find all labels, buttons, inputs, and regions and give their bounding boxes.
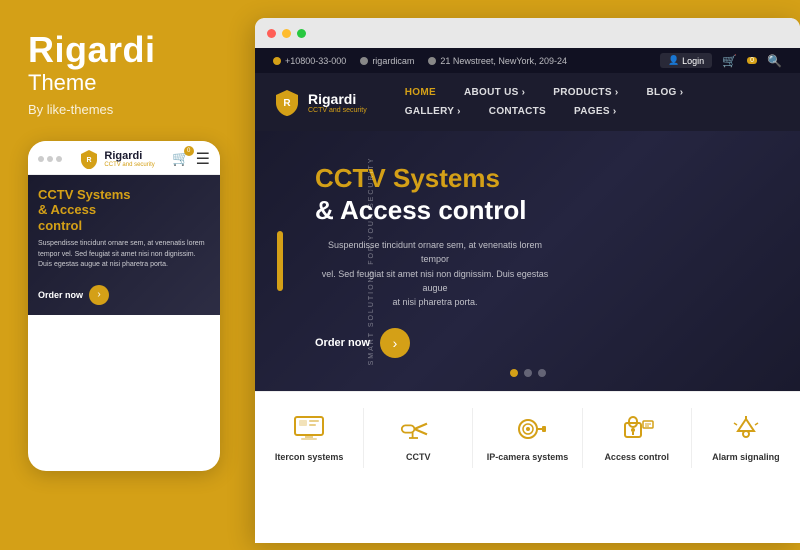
site-nav: R Rigardi CCTV and security HOME ABOUT U…: [255, 73, 800, 131]
browser-dot-red: [267, 29, 276, 38]
site-logo[interactable]: R Rigardi CCTV and security: [273, 88, 367, 116]
mobile-logo-area: R Rigardi CCTV and security: [79, 149, 154, 169]
nav-item-pages[interactable]: PAGES ›: [560, 102, 630, 121]
feature-item-alarm[interactable]: Alarm signaling: [692, 408, 800, 468]
feature-label-access: Access control: [604, 452, 669, 462]
mobile-shield-icon: R: [79, 149, 99, 169]
email-icon: [360, 57, 368, 65]
hero-dot-1[interactable]: [510, 369, 518, 377]
dot-3: [56, 156, 62, 162]
hero-title-yellow: CCTV Systems: [315, 164, 555, 193]
topbar-email: rigardicam: [360, 56, 414, 66]
cart-count-badge: 0: [747, 57, 757, 64]
hero-order-arrow-icon: ›: [380, 328, 410, 358]
mobile-topbar: R Rigardi CCTV and security 🛒 0 ☰: [28, 141, 220, 175]
mobile-order-label: Order now: [38, 290, 83, 300]
mobile-dots: [38, 156, 62, 162]
hero-description: Suspendisse tincidunt ornare sem, at ven…: [315, 238, 555, 310]
feature-label-cctv: CCTV: [406, 452, 431, 462]
dot-2: [47, 156, 53, 162]
site-logo-text-block: Rigardi CCTV and security: [308, 91, 367, 114]
topbar-right: 👤 Login 🛒 0 🔍: [660, 53, 782, 68]
brand-subtitle: Theme: [28, 70, 220, 96]
mobile-hero: CCTV Systems & Access control Suspendiss…: [28, 175, 220, 315]
browser-mockup: +10800-33-000 rigardicam 21 Newstreet, N…: [255, 18, 800, 543]
site-topbar: +10800-33-000 rigardicam 21 Newstreet, N…: [255, 48, 800, 73]
brand-title: Rigardi: [28, 30, 220, 70]
cart-badge: 0: [184, 146, 194, 156]
login-button[interactable]: 👤 Login: [660, 53, 712, 68]
access-icon: [619, 414, 655, 444]
cart-top-icon[interactable]: 🛒: [722, 54, 737, 68]
hero-order-button[interactable]: Order now ›: [315, 328, 555, 358]
dot-1: [38, 156, 44, 162]
hero-content: CCTV Systems & Access control Suspendiss…: [315, 164, 555, 358]
alarm-icon: [728, 414, 764, 444]
hero-dot-2[interactable]: [524, 369, 532, 377]
cctv-icon: [400, 414, 436, 444]
hero-side-text: SMART SOLUTIONS FOR YOUR SECURITY: [368, 157, 375, 366]
topbar-left: +10800-33-000 rigardicam 21 Newstreet, N…: [273, 56, 567, 66]
search-icon[interactable]: 🔍: [767, 54, 782, 68]
svg-text:R: R: [283, 98, 291, 109]
ipcam-icon: [510, 414, 546, 444]
monitor-icon: [291, 414, 327, 444]
hero-order-label: Order now: [315, 337, 370, 349]
feature-item-cctv[interactable]: CCTV: [364, 408, 473, 468]
nav-item-contacts[interactable]: CONTACTS: [475, 102, 560, 121]
site-hero: SMART SOLUTIONS FOR YOUR SECURITY CCTV S…: [255, 131, 800, 391]
feature-label-itercon: Itercon systems: [275, 452, 344, 462]
mobile-order-arrow: ›: [89, 285, 109, 305]
nav-item-about[interactable]: ABOUT US ›: [450, 83, 539, 102]
nav-item-blog[interactable]: BLOG ›: [633, 83, 698, 102]
feature-item-ipcam[interactable]: IP-camera systems: [473, 408, 582, 468]
nav-item-products[interactable]: PRODUCTS ›: [539, 83, 632, 102]
phone-icon: [273, 57, 281, 65]
features-bar: Itercon systems CCTV: [255, 391, 800, 484]
site-shield-icon: R: [273, 88, 301, 116]
browser-topbar: [255, 18, 800, 48]
feature-label-ipcam: IP-camera systems: [487, 452, 569, 462]
mobile-order-button[interactable]: Order now ›: [38, 285, 210, 305]
hero-accent-bar: [277, 231, 283, 291]
mobile-cart[interactable]: 🛒 0: [172, 150, 189, 168]
mobile-hero-text: Suspendisse tincidunt ornare sem, at ven…: [38, 239, 210, 271]
left-panel: Rigardi Theme By like-themes R Rigardi C…: [0, 0, 248, 550]
nav-row-1: HOME ABOUT US › PRODUCTS › BLOG ›: [391, 83, 782, 102]
browser-dot-green: [297, 29, 306, 38]
hero-dot-3[interactable]: [538, 369, 546, 377]
topbar-address: 21 Newstreet, NewYork, 209-24: [428, 56, 567, 66]
feature-label-alarm: Alarm signaling: [712, 452, 780, 462]
mobile-mockup: R Rigardi CCTV and security 🛒 0 ☰ CCTV S…: [28, 141, 220, 471]
nav-row-2: GALLERY › CONTACTS PAGES ›: [391, 102, 782, 121]
nav-item-gallery[interactable]: GALLERY ›: [391, 102, 475, 121]
svg-text:R: R: [87, 157, 92, 164]
location-icon: [428, 57, 436, 65]
hero-slider-dots: [510, 369, 546, 377]
topbar-phone: +10800-33-000: [273, 56, 346, 66]
hamburger-icon[interactable]: ☰: [196, 149, 210, 169]
hero-title-white: & Access control: [315, 195, 555, 226]
mobile-logo-text: Rigardi CCTV and security: [104, 150, 154, 168]
user-icon: 👤: [668, 55, 679, 66]
browser-dot-yellow: [282, 29, 291, 38]
nav-links: HOME ABOUT US › PRODUCTS › BLOG › GALLER…: [391, 83, 782, 121]
feature-item-itercon[interactable]: Itercon systems: [255, 408, 364, 468]
feature-item-access[interactable]: Access control: [583, 408, 692, 468]
mobile-cart-menu: 🛒 0 ☰: [172, 149, 210, 169]
nav-item-home[interactable]: HOME: [391, 83, 450, 102]
mobile-hero-title: CCTV Systems & Access control: [38, 187, 210, 234]
brand-by: By like-themes: [28, 102, 220, 117]
